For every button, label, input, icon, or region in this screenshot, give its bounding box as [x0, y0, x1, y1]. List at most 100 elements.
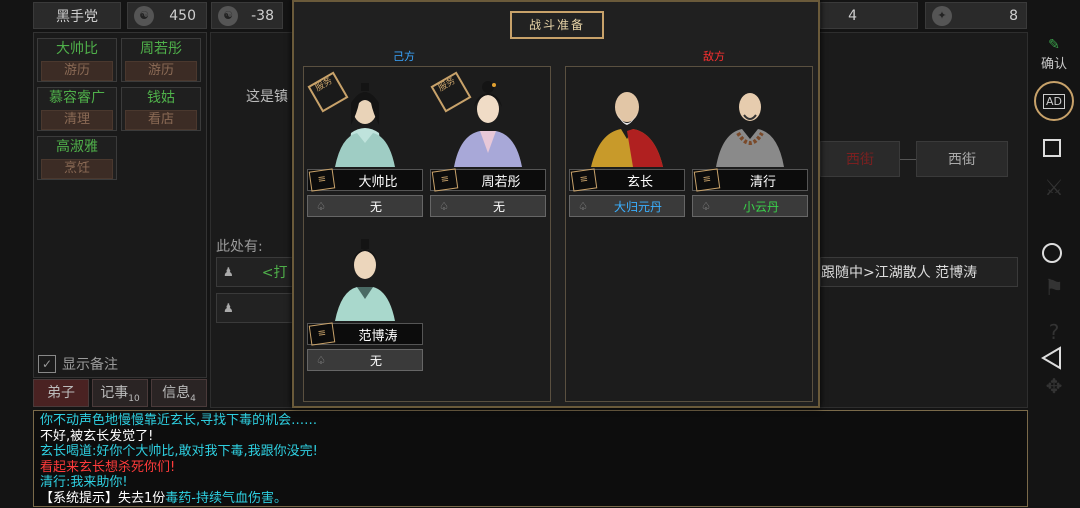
sect-name: 黑手党 — [33, 2, 121, 29]
gourd-icon: ♤ — [316, 199, 326, 213]
tab-label: 弟子 — [47, 385, 75, 401]
unit-name-bar: ≡ 周若彤 — [430, 168, 546, 192]
message-log[interactable]: 你不动声色地慢慢靠近玄长,寻找下毒的机会…… 不好,被玄长发觉了! 玄长喝道:好… — [33, 410, 1028, 507]
log-line: 玄长喝道:好你个大帅比,敢对我下毒,我跟你没完! — [40, 444, 318, 459]
tab-info[interactable]: 信息4 — [151, 379, 207, 407]
tab-badge: 10 — [128, 393, 140, 404]
street-west-button[interactable]: 西街 — [916, 141, 1008, 177]
system-prefix: 【系统提示】失去1份 — [40, 490, 166, 506]
nav-circle-icon[interactable] — [1042, 243, 1062, 263]
unit-item-bar[interactable]: ♤ 大归元丹 — [569, 195, 685, 217]
menu-faded-icon-3: ✥ — [1045, 374, 1063, 398]
unit-name: 清行 — [749, 174, 776, 190]
unit-item: 小云丹 — [742, 199, 779, 214]
scroll-icon: ≡ — [693, 168, 721, 192]
ad-button[interactable]: AD — [1034, 81, 1074, 121]
battle-prep-dialog: 战斗准备 己方 敌方 服务 ≡ 大帅比 ♤ 无 服务 ≡ 周若彤 ♤ 无 ≡ 范… — [292, 0, 820, 408]
scene-row-1[interactable]: ♟ <打 — [216, 257, 296, 287]
show-notes-label: 显示备注 — [62, 357, 118, 373]
roster-card-5[interactable]: 高淑雅 烹饪 — [37, 136, 117, 180]
person-icon: ♟ — [223, 301, 234, 315]
nav-square-icon[interactable] — [1043, 139, 1061, 157]
roster-name: 周若彤 — [140, 41, 182, 57]
unit-item-bar[interactable]: ♤ 无 — [307, 349, 423, 371]
scene-row-2[interactable]: ♟ — [216, 293, 296, 323]
street-east-label: 西街 — [846, 152, 874, 168]
stat-box-2: ☯ -38 — [211, 2, 283, 29]
confirm-label: 确认 — [1040, 56, 1067, 72]
enemy-unit-slot-2[interactable]: ≡ 清行 ♤ 小云丹 — [692, 73, 810, 223]
taiji-icon: ☯ — [218, 5, 238, 26]
unit-name-bar: ≡ 大帅比 — [307, 168, 423, 192]
unit-item-bar[interactable]: ♤ 小云丹 — [692, 195, 808, 217]
unit-name-bar: ≡ 范博涛 — [307, 322, 423, 346]
unit-name: 大帅比 — [358, 174, 398, 190]
unit-item: 无 — [492, 199, 505, 214]
system-suffix: -持续气血伤害。 — [191, 490, 287, 506]
portrait-qingxing — [692, 73, 808, 167]
roster-card-1[interactable]: 大帅比 游历 — [37, 38, 117, 82]
roster-card-2[interactable]: 周若彤 游历 — [121, 38, 201, 82]
dialog-title: 战斗准备 — [510, 11, 604, 39]
scroll-icon: ≡ — [570, 168, 598, 192]
enemy-unit-slot-1[interactable]: ≡ 玄长 ♤ 大归元丹 — [569, 73, 687, 223]
unit-name: 周若彤 — [481, 174, 521, 190]
log-line: 看起来玄长想杀死你们! — [40, 459, 176, 475]
street-west-label: 西街 — [948, 152, 976, 168]
unit-item-bar[interactable]: ♤ 无 — [307, 195, 423, 217]
brush-icon: ✎ — [1048, 36, 1060, 53]
dialog-title-text: 战斗准备 — [528, 18, 585, 32]
scroll-icon: ≡ — [431, 168, 459, 192]
street-east-button[interactable]: 西街 — [820, 141, 900, 177]
scroll-icon: ≡ — [308, 168, 336, 192]
sect-name-text: 黑手党 — [56, 8, 98, 25]
log-line-system: 【系统提示】失去1份毒药-持续气血伤害。 — [40, 491, 1021, 507]
unit-item: 无 — [369, 353, 382, 368]
roster-status: 游历 — [41, 61, 113, 81]
roster-card-4[interactable]: 钱姑 看店 — [121, 87, 201, 131]
unit-name-bar: ≡ 玄长 — [569, 168, 685, 192]
our-unit-slot-1[interactable]: 服务 ≡ 大帅比 ♤ 无 — [307, 71, 425, 223]
show-notes-toggle[interactable]: ✓ 显示备注 — [38, 354, 168, 374]
tab-disciples[interactable]: 弟子 — [33, 379, 89, 407]
follow-status: 跟随中>江湖散人 范博涛 — [820, 257, 1018, 287]
roster-name: 慕容睿广 — [49, 90, 105, 106]
person-icon: ♟ — [223, 265, 234, 279]
nav-back-icon[interactable] — [1040, 346, 1062, 370]
scroll-icon: ≡ — [308, 322, 336, 346]
portrait-xuanzhang — [569, 73, 685, 167]
roster-status: 游历 — [125, 61, 197, 81]
unit-item: 大归元丹 — [613, 199, 662, 214]
unit-name: 玄长 — [626, 174, 653, 190]
gourd-icon: ♤ — [439, 199, 449, 213]
log-line: 清行:我来助你! — [40, 475, 128, 490]
roster-status: 烹饪 — [41, 159, 113, 179]
follow-text: 跟随中>江湖散人 范博涛 — [821, 265, 978, 281]
gourd-icon: ♤ — [316, 353, 326, 367]
roster-card-3[interactable]: 慕容睿广 清理 — [37, 87, 117, 131]
our-unit-slot-2[interactable]: 服务 ≡ 周若彤 ♤ 无 — [430, 71, 548, 223]
location-text: 这是镇 — [246, 89, 288, 105]
menu-faded-icon-1: ⚔ — [1044, 176, 1064, 201]
our-side-panel: 服务 ≡ 大帅比 ♤ 无 服务 ≡ 周若彤 ♤ 无 ≡ 范博涛 ♤ 无 — [303, 66, 551, 402]
paw-icon: ✦ — [932, 5, 952, 26]
roster-name: 钱姑 — [147, 90, 175, 106]
stat-box-3: 4 — [820, 2, 918, 29]
tab-journal[interactable]: 记事10 — [92, 379, 148, 407]
unit-name-bar: ≡ 清行 — [692, 168, 808, 192]
confirm-button[interactable]: ✎ 确认 — [1034, 34, 1074, 74]
scene-row-text: <打 — [261, 265, 288, 281]
system-item: 毒药 — [165, 490, 192, 506]
unit-name: 范博涛 — [358, 328, 398, 344]
yin-yang-icon: ☯ — [134, 5, 154, 26]
stat-box-1: ☯ 450 — [127, 2, 207, 29]
unit-item-bar[interactable]: ♤ 无 — [430, 195, 546, 217]
roster-name: 高淑雅 — [56, 139, 98, 155]
ad-icon: AD — [1043, 93, 1065, 109]
our-unit-slot-3[interactable]: ≡ 范博涛 ♤ 无 — [307, 227, 425, 377]
our-side-label: 己方 — [393, 50, 415, 63]
roster-name: 大帅比 — [56, 41, 98, 57]
portrait-fanbotao — [307, 227, 423, 321]
log-line: 你不动声色地慢慢靠近玄长,寻找下毒的机会…… — [40, 413, 318, 428]
unit-item: 无 — [369, 199, 382, 214]
